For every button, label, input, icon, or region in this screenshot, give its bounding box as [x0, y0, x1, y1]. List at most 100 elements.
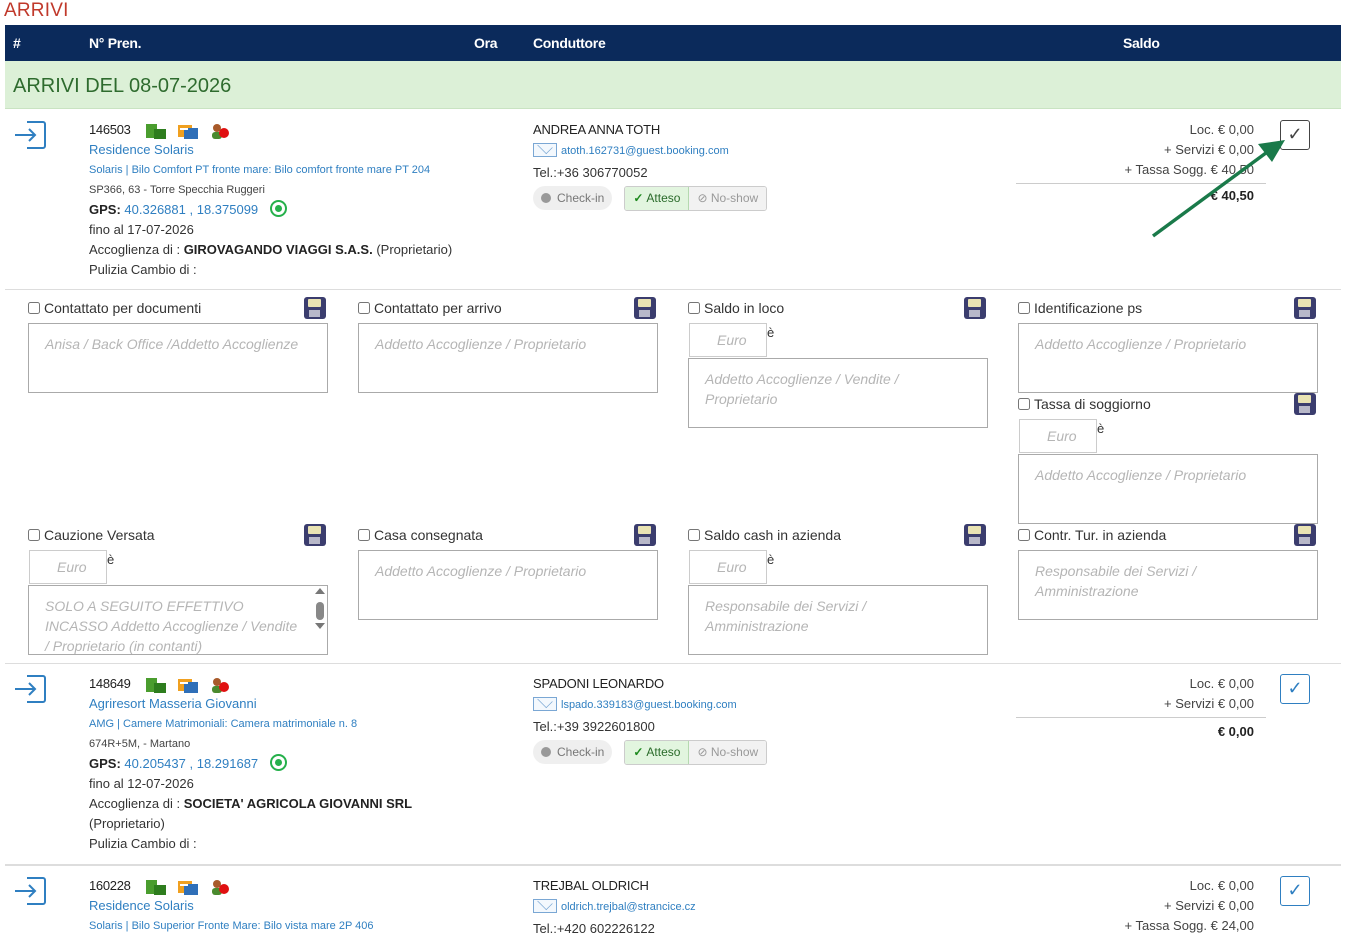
guest-status-icon[interactable] — [210, 677, 230, 693]
header-pren[interactable]: N° Pren. — [89, 35, 142, 51]
checkin-button[interactable]: Check-in — [533, 186, 613, 210]
user-slash-icon: ⊘ — [697, 745, 711, 759]
confirm-checkbox[interactable]: ✓ — [1280, 674, 1310, 704]
driver-name: ANDREA ANNA TOTH — [533, 122, 661, 137]
contract-icon[interactable] — [146, 879, 167, 895]
acc-role: (Proprietario) — [89, 816, 165, 831]
acc-label: Accoglienza di : — [89, 242, 181, 257]
contract-icon[interactable] — [146, 677, 167, 693]
residence-link[interactable]: Residence Solaris — [89, 896, 509, 916]
booking-row: 146503 Residence Solaris Solaris | Bilo … — [5, 110, 1341, 290]
status-toggle: ✓ Atteso ⊘ No-show — [624, 740, 768, 765]
contattato-arrivo-notes[interactable]: Addetto Accoglienze / Proprietario — [358, 323, 658, 393]
cauzione-checkbox[interactable]: Cauzione Versata — [28, 527, 155, 543]
atteso-button[interactable]: ✓ Atteso — [625, 187, 690, 210]
tassa-soggiorno-checkbox[interactable]: Tassa di soggiorno — [1018, 396, 1151, 412]
unit-link[interactable]: Solaris | Bilo Comfort PT fronte mare: B… — [89, 160, 509, 180]
header-conduttore[interactable]: Conduttore — [533, 35, 606, 51]
unit-link[interactable]: AMG | Camere Matrimoniali: Camera matrim… — [89, 714, 509, 734]
saldo-info: Loc. € 0,00 + Servizi € 0,00 + Tassa Sog… — [1016, 876, 1266, 936]
saldo-loco-amount[interactable]: Euro — [689, 323, 767, 357]
login-arrival-icon[interactable] — [13, 120, 47, 150]
save-icon[interactable] — [964, 297, 986, 319]
total-amount: € 0,00 — [1217, 724, 1254, 739]
login-arrival-icon[interactable] — [13, 674, 47, 704]
contract-icon[interactable] — [146, 123, 167, 139]
identificazione-notes[interactable]: Addetto Accoglienze / Proprietario — [1018, 323, 1318, 393]
envelope-icon[interactable] — [533, 697, 557, 711]
noshow-button[interactable]: ⊘ No-show — [689, 187, 767, 210]
residence-link[interactable]: Residence Solaris — [89, 140, 509, 160]
save-icon[interactable] — [304, 297, 326, 319]
cauzione-notes[interactable]: SOLO A SEGUITO EFFETTIVO INCASSO Addetto… — [28, 585, 328, 655]
saldo-info: Loc. € 0,00 + Servizi € 0,00 € 0,00 — [1016, 674, 1266, 739]
atteso-label: Atteso — [646, 191, 681, 205]
save-icon[interactable] — [634, 524, 656, 546]
driver-name: TREJBAL OLDRICH — [533, 878, 649, 893]
saldo-loco-checkbox[interactable]: Saldo in loco — [688, 300, 784, 316]
guest-status-icon[interactable] — [210, 879, 230, 895]
booking-row: 148649 Agriresort Masseria Giovanni AMG … — [5, 663, 1341, 865]
save-icon[interactable] — [964, 524, 986, 546]
whatsapp-icon[interactable] — [269, 200, 287, 217]
servizi-amount: + Servizi € 0,00 — [1164, 696, 1254, 711]
contr-tur-checkbox[interactable]: Contr. Tur. in azienda — [1018, 527, 1166, 543]
documents-icon[interactable] — [178, 677, 199, 693]
envelope-icon[interactable] — [533, 143, 557, 157]
gps-link[interactable]: 40.205437 , 18.291687 — [124, 756, 258, 771]
save-icon[interactable] — [1294, 393, 1316, 415]
whatsapp-icon[interactable] — [269, 754, 287, 771]
tassa-amount: + Tassa Sogg. € 24,00 — [1124, 918, 1255, 933]
email-link[interactable]: lspado.339183@guest.booking.com — [561, 699, 737, 711]
documents-icon[interactable] — [178, 879, 199, 895]
booking-number[interactable]: 148649 — [89, 676, 131, 691]
tassa-soggiorno-amount[interactable]: Euro — [1019, 419, 1097, 453]
guest-status-icon[interactable] — [210, 123, 230, 139]
contattato-doc-checkbox[interactable]: Contattato per documenti — [28, 300, 201, 316]
atteso-button[interactable]: ✓ Atteso — [625, 741, 690, 764]
header-ora[interactable]: Ora — [474, 35, 498, 51]
checkin-button[interactable]: Check-in — [533, 740, 613, 764]
identificazione-checkbox[interactable]: Identificazione ps — [1018, 300, 1142, 316]
gps-label: GPS: — [89, 202, 121, 217]
confirm-checkbox[interactable]: ✓ — [1280, 876, 1310, 906]
casa-consegnata-checkbox[interactable]: Casa consegnata — [358, 527, 483, 543]
phone: Tel.:+36 306770052 — [533, 165, 648, 180]
header-saldo[interactable]: Saldo — [1123, 35, 1160, 51]
unit-link[interactable]: Solaris | Bilo Superior Fronte Mare: Bil… — [89, 916, 509, 936]
noshow-label: No-show — [710, 191, 759, 205]
gps-label: GPS: — [89, 756, 121, 771]
table-header: # N° Pren. Ora Conduttore Saldo — [5, 25, 1341, 61]
noshow-label: No-show — [710, 745, 759, 759]
noshow-button[interactable]: ⊘ No-show — [689, 741, 767, 764]
annotation-arrow — [1151, 140, 1285, 238]
booking-number[interactable]: 160228 — [89, 878, 131, 893]
envelope-icon[interactable] — [533, 899, 557, 913]
saldo-cash-checkbox[interactable]: Saldo cash in azienda — [688, 527, 841, 543]
save-icon[interactable] — [1294, 297, 1316, 319]
save-icon[interactable] — [1294, 524, 1316, 546]
residence-link[interactable]: Agriresort Masseria Giovanni — [89, 694, 509, 714]
cauzione-amount[interactable]: Euro — [29, 550, 107, 584]
saldo-loco-notes[interactable]: Addetto Accoglienze / Vendite / Propriet… — [688, 358, 988, 428]
login-arrival-icon[interactable] — [13, 876, 47, 906]
driver-name: SPADONI LEONARDO — [533, 676, 664, 691]
contattato-arrivo-checkbox[interactable]: Contattato per arrivo — [358, 300, 502, 316]
gps-link[interactable]: 40.326881 , 18.375099 — [124, 202, 258, 217]
booking-number[interactable]: 146503 — [89, 122, 131, 137]
save-icon[interactable] — [634, 297, 656, 319]
address: 674R+5M, - Martano — [89, 738, 191, 750]
tassa-soggiorno-notes[interactable]: Addetto Accoglienze / Proprietario — [1018, 454, 1318, 524]
scrollbar[interactable] — [315, 588, 325, 652]
documents-icon[interactable] — [178, 123, 199, 139]
save-icon[interactable] — [304, 524, 326, 546]
saldo-cash-notes[interactable]: Responsabile dei Servizi / Amministrazio… — [688, 585, 988, 655]
servizi-amount: + Servizi € 0,00 — [1164, 898, 1254, 913]
email-link[interactable]: atoth.162731@guest.booking.com — [561, 145, 729, 157]
email-link[interactable]: oldrich.trejbal@strancice.cz — [561, 901, 696, 913]
casa-consegnata-notes[interactable]: Addetto Accoglienze / Proprietario — [358, 550, 658, 620]
saldo-cash-amount[interactable]: Euro — [689, 550, 767, 584]
contattato-doc-notes[interactable]: Anisa / Back Office /Addetto Accoglienze — [28, 323, 328, 393]
contr-tur-notes[interactable]: Responsabile dei Servizi / Amministrazio… — [1018, 550, 1318, 620]
driver-info: ANDREA ANNA TOTH atoth.162731@guest.book… — [533, 120, 833, 211]
